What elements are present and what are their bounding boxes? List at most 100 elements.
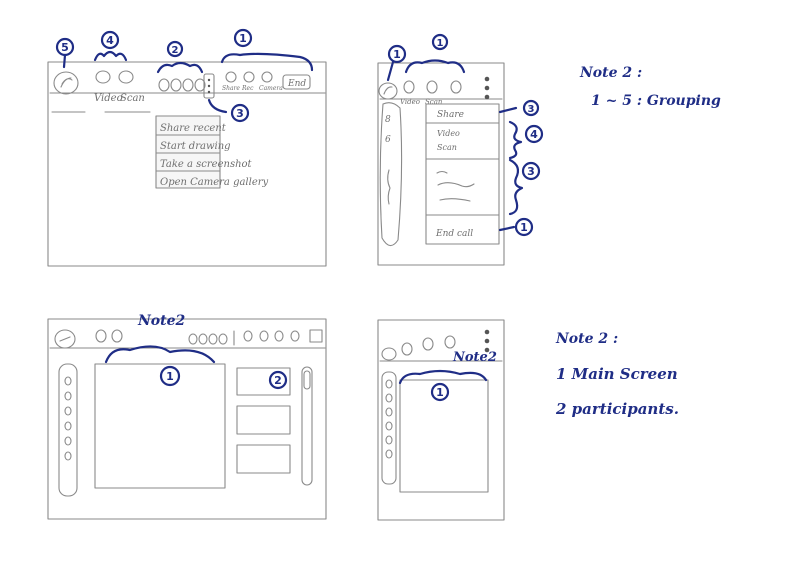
- sketch2-sidebar-item[interactable]: 8: [385, 115, 391, 125]
- sketch4-tab-icon[interactable]: [401, 342, 413, 356]
- sketch3-logo-mark: [59, 336, 71, 342]
- sketch2-logo-mark: [383, 86, 393, 95]
- sketch2-tab-video[interactable]: Video: [400, 98, 420, 106]
- sketch1-menu-screenshot[interactable]: Take a screenshot: [160, 159, 253, 170]
- sketch2-marker-1a: 1: [393, 48, 401, 61]
- sketch2-marker-4: 4: [530, 128, 538, 141]
- more-dot-icon[interactable]: [484, 85, 490, 91]
- sketch4-sidebar-item[interactable]: [385, 421, 393, 431]
- sketch3-end-button[interactable]: [309, 329, 323, 343]
- sketch3-main-screen: [94, 363, 226, 489]
- more-dot-icon[interactable]: [484, 76, 490, 82]
- note-bottom-item-participants: 2 participants.: [555, 400, 679, 418]
- sketch1-rec-icon[interactable]: [243, 71, 255, 83]
- more-dot-icon[interactable]: [484, 338, 490, 344]
- sketch4-tab-icon[interactable]: [444, 335, 456, 349]
- sketch2-panel-scan[interactable]: Scan: [437, 143, 457, 152]
- sketch3-sidebar-item[interactable]: [64, 406, 72, 416]
- sketch1-marker-5: 5: [61, 41, 69, 54]
- sketch3-participant-tile[interactable]: [236, 444, 291, 474]
- sketch3-end-icon[interactable]: [290, 330, 300, 342]
- more-dot-icon[interactable]: [484, 329, 490, 335]
- note-top-title: Note 2 :: [579, 65, 642, 81]
- sketch2-tab-icon[interactable]: [426, 80, 438, 94]
- sketch3-sidebar-item[interactable]: [64, 436, 72, 446]
- sketch1-share-icon[interactable]: [225, 71, 237, 83]
- sketch1-end-label: End: [287, 79, 306, 89]
- sketch3-rec-icon[interactable]: [259, 330, 269, 342]
- note-top-body: 1 ~ 5 : Grouping: [591, 93, 721, 109]
- grouping-brace: [404, 59, 466, 74]
- sketch1-logo[interactable]: [53, 71, 79, 95]
- sketch-sheet: Video Scan Share Rec Camera End Share re…: [47, 28, 721, 521]
- grouping-brace: [93, 50, 128, 62]
- sketch3-sidebar-item[interactable]: [64, 451, 72, 461]
- more-dot-icon[interactable]: [484, 94, 490, 100]
- sketch4-sidebar-item[interactable]: [385, 449, 393, 459]
- marker-pointer: [62, 53, 67, 69]
- sketch2-panel: [425, 103, 500, 245]
- grouping-brace: [508, 158, 524, 216]
- marker-pointer: [498, 106, 518, 114]
- sketch3-tab-icon[interactable]: [95, 329, 107, 343]
- sketch1-tool-icon[interactable]: [158, 78, 170, 92]
- sketch3-note-label: Note2: [137, 313, 186, 329]
- sketch3-sidebar-item[interactable]: [64, 376, 72, 386]
- sketch3-participant-tile[interactable]: [236, 405, 291, 435]
- marker-pointer: [498, 225, 516, 232]
- more-dot-icon: [207, 84, 211, 88]
- sketch2-end-call[interactable]: End call: [435, 229, 473, 239]
- sketch2-tab-scan[interactable]: Scan: [425, 98, 443, 106]
- sketch1-tab-icon-video[interactable]: [95, 70, 111, 84]
- sketch1-marker-4: 4: [106, 34, 114, 47]
- sketch3-tab-icon[interactable]: [111, 329, 123, 343]
- sketch1-tool-icon[interactable]: [182, 78, 194, 92]
- sketch3-tool-icon[interactable]: [218, 333, 228, 345]
- sketch1-tab-scan[interactable]: Scan: [120, 93, 145, 104]
- sketch3-tool-icon[interactable]: [188, 333, 198, 345]
- sketch4-marker-1: 1: [436, 386, 444, 399]
- sketch1-menu-camera-gallery[interactable]: Open Camera gallery: [160, 177, 269, 188]
- sketch1-menu-share-recent[interactable]: Share recent: [160, 123, 227, 134]
- sketch3-tool-icon[interactable]: [198, 333, 208, 345]
- sketch3-camera-icon[interactable]: [274, 330, 284, 342]
- marker-pointer: [386, 60, 395, 82]
- note-bottom-title: Note 2 :: [555, 331, 618, 347]
- sketch4-sidebar-item[interactable]: [385, 379, 393, 389]
- sketch2-sidebar-item[interactable]: 6: [385, 135, 391, 145]
- sketch1-label-camera: Camera: [259, 85, 283, 92]
- sketch2-panel-video[interactable]: Video: [437, 129, 460, 138]
- sketch4-note-label: Note2: [452, 350, 497, 365]
- sketch3-sidebar-item[interactable]: [64, 421, 72, 431]
- sketch4-sidebar: [381, 371, 397, 485]
- sketch3-sidebar-item[interactable]: [64, 391, 72, 401]
- sketch1-camera-icon[interactable]: [261, 71, 273, 83]
- sketch2-marker-1c: 1: [520, 221, 528, 234]
- sketch1-tab-video[interactable]: Video: [94, 93, 123, 104]
- sketch2-logo[interactable]: [378, 82, 398, 100]
- sketch3-marker-1: 1: [166, 370, 174, 383]
- sketch3-scroll-thumb[interactable]: [303, 370, 311, 390]
- sketch1-tool-icon[interactable]: [170, 78, 182, 92]
- sketch-desktop-menu: Video Scan Share Rec Camera End Share re…: [47, 28, 327, 267]
- sketch4-sidebar-item[interactable]: [385, 393, 393, 403]
- sketch2-marker-3b: 3: [527, 165, 535, 178]
- sketch4-sidebar-item[interactable]: [385, 435, 393, 445]
- sketch4-logo[interactable]: [381, 347, 397, 361]
- sketch2-panel-share[interactable]: Share: [437, 110, 464, 120]
- sketch1-marker-3: 3: [236, 107, 244, 120]
- grouping-brace: [104, 345, 216, 364]
- sketch2-tab-icon[interactable]: [450, 80, 462, 94]
- note-screens: Note 2 : 1 Main Screen 2 participants.: [555, 331, 679, 418]
- sketch1-menu-start-drawing[interactable]: Start drawing: [160, 141, 231, 152]
- grouping-brace: [508, 120, 523, 160]
- sketch2-tab-icon[interactable]: [403, 80, 415, 94]
- sketch3-frame: [47, 318, 327, 520]
- sketch3-share-icon[interactable]: [243, 330, 253, 342]
- note-grouping: Note 2 : 1 ~ 5 : Grouping: [579, 65, 721, 109]
- sketch4-sidebar-item[interactable]: [385, 407, 393, 417]
- sketch1-tab-icon-scan[interactable]: [118, 70, 134, 84]
- sketch2-sidebar: [379, 102, 403, 247]
- sketch3-tool-icon[interactable]: [208, 333, 218, 345]
- sketch4-tab-icon[interactable]: [422, 337, 434, 351]
